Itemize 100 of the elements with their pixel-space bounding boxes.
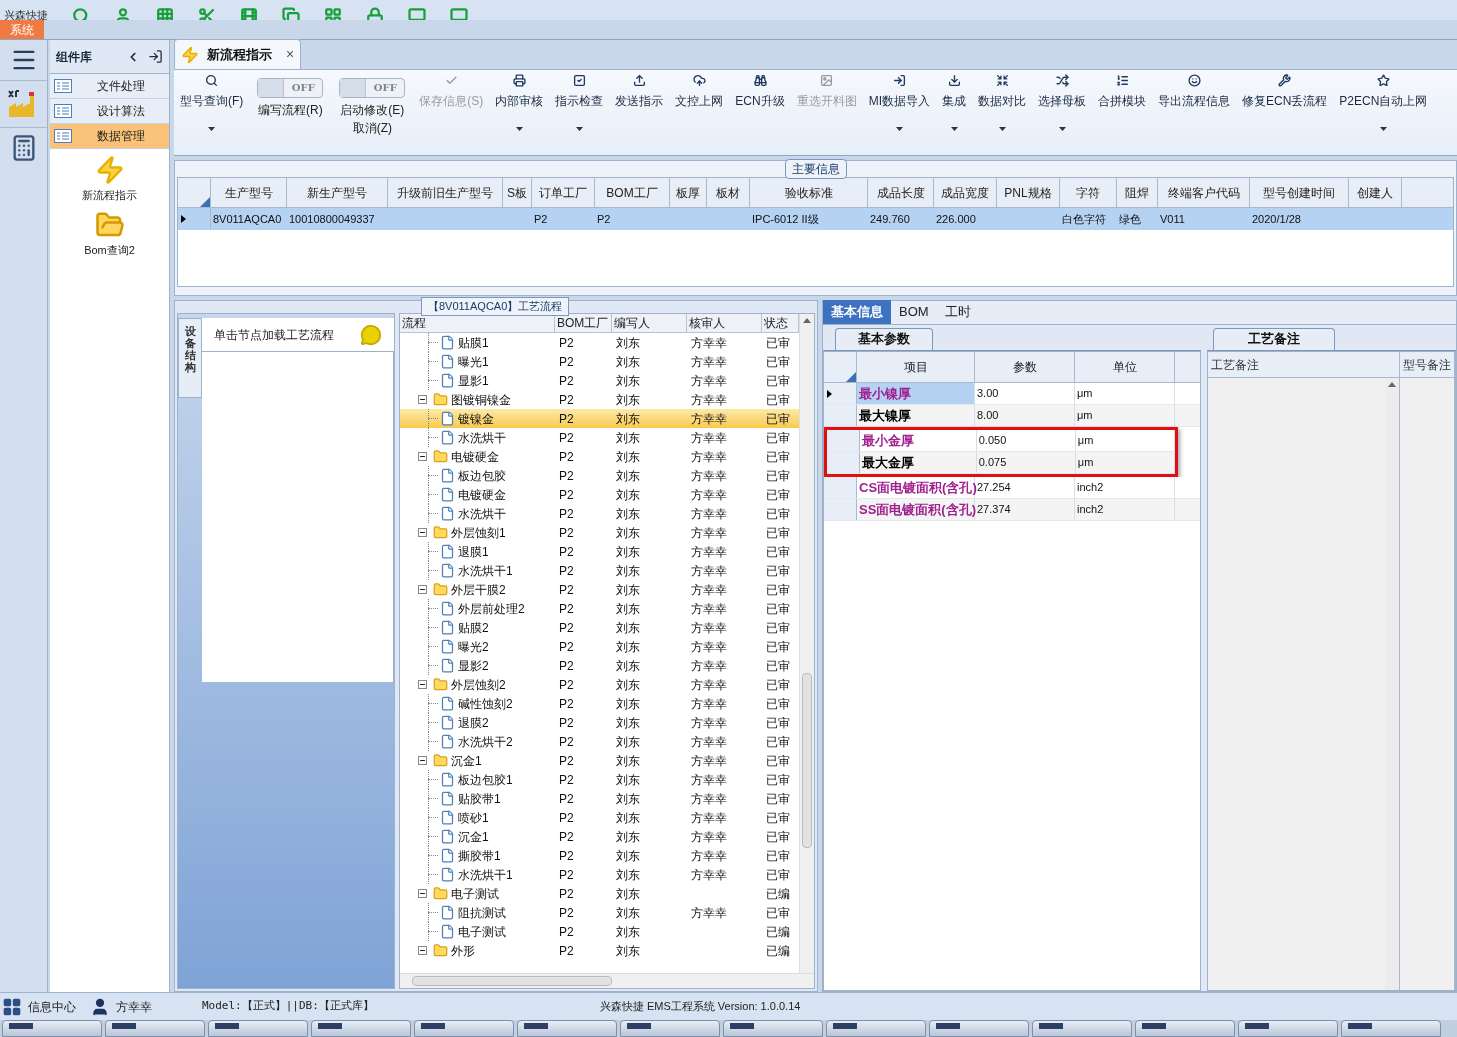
toolbar-button[interactable]: 指示检查	[549, 70, 610, 138]
toolbar-button[interactable]: 导出流程信息	[1152, 70, 1236, 138]
collapse-toggle-icon[interactable]	[418, 680, 427, 689]
name-cell[interactable]: SS面电镀面积(含孔)	[857, 499, 975, 520]
toolbar-button[interactable]: MI数据导入	[862, 70, 936, 138]
name-cell[interactable]: 最大金厚	[859, 452, 977, 473]
taskbar-button[interactable]	[1032, 1020, 1132, 1037]
table-row[interactable]: 最小金厚 0.050 μm	[827, 430, 1175, 452]
toolbar-button[interactable]: ECN升级	[729, 70, 791, 138]
status-info-center[interactable]: 信息中心	[28, 997, 76, 1016]
table-row[interactable]: CS面电镀面积(含孔)27.254 inch2	[824, 477, 1200, 499]
collapse-toggle-icon[interactable]	[418, 889, 427, 898]
name-cell[interactable]: 最小镍厚	[857, 383, 975, 404]
column-header[interactable]: 阻焊	[1117, 178, 1158, 207]
collapse-toggle-icon[interactable]	[418, 452, 427, 461]
column-header[interactable]: 板厚	[670, 178, 707, 207]
vertical-scrollbar[interactable]	[799, 314, 814, 973]
tool-launcher[interactable]: Bom查询2	[50, 209, 169, 258]
column-header[interactable]: 生产型号	[211, 178, 287, 207]
quick-access-icon[interactable]	[198, 7, 216, 20]
taskbar-button[interactable]	[105, 1020, 205, 1037]
column-header[interactable]: 项目	[857, 352, 975, 382]
quick-access-icon[interactable]	[450, 7, 468, 20]
table-row[interactable]: 最大金厚 0.075 μm	[827, 452, 1175, 474]
nav-item[interactable]: 文件处理	[50, 74, 169, 99]
row-header-cell[interactable]	[824, 477, 857, 498]
toolbar-button[interactable]: 内部审核	[489, 70, 550, 138]
taskbar-button[interactable]	[620, 1020, 720, 1037]
close-icon[interactable]: ×	[286, 44, 295, 65]
quick-access-icon[interactable]	[282, 7, 300, 20]
column-header[interactable]: 升级前旧生产型号	[388, 178, 503, 207]
column-header[interactable]: 参数	[975, 352, 1075, 382]
column-header[interactable]: PNL规格	[997, 178, 1060, 207]
column-header[interactable]: 单位	[1075, 352, 1175, 382]
name-cell[interactable]: 最大镍厚	[857, 405, 975, 426]
table-row[interactable]: 最大镍厚 8.00 μm	[824, 405, 1200, 427]
taskbar-button[interactable]	[723, 1020, 823, 1037]
column-header[interactable]: 型号创建时间	[1250, 178, 1349, 207]
column-header[interactable]: 编写人	[612, 314, 687, 332]
scroll-up-arrow-icon[interactable]	[803, 318, 811, 323]
subpanel-tab[interactable]: 工艺备注	[1213, 328, 1335, 350]
taskbar-button[interactable]	[1135, 1020, 1235, 1037]
toolbar-button[interactable]: 合拼模块	[1092, 70, 1152, 138]
column-header[interactable]: 字符	[1060, 178, 1117, 207]
taskbar-button[interactable]	[2, 1020, 102, 1037]
row-header-cell[interactable]	[827, 452, 860, 473]
toolbar-button[interactable]: 修复ECN丢流程	[1236, 70, 1334, 138]
nav-item[interactable]: 数据管理	[50, 124, 169, 149]
column-header[interactable]: 流程	[400, 314, 555, 332]
collapse-toggle-icon[interactable]	[418, 946, 427, 955]
toolbar-button[interactable]: 选择母板	[1032, 70, 1092, 138]
row-header-cell[interactable]	[827, 430, 860, 451]
column-header[interactable]: 新生产型号	[287, 178, 388, 207]
column-header[interactable]: 成品长度	[868, 178, 934, 207]
row-header-cell[interactable]	[824, 499, 857, 520]
taskbar-button[interactable]	[208, 1020, 308, 1037]
taskbar-button[interactable]	[1238, 1020, 1338, 1037]
column-header[interactable]: S板	[503, 178, 532, 207]
column-header[interactable]: BOM工厂	[555, 314, 612, 332]
quick-access-icon[interactable]	[366, 7, 384, 20]
collapse-toggle-icon[interactable]	[418, 585, 427, 594]
quick-access-icon[interactable]	[114, 7, 132, 20]
table-row[interactable]: 8V011AQCA0 10010800049337 P2 P2 IPC-6012 II级 249.760 226.000 白色字符 绿色 V011 2020/1/28	[178, 208, 1453, 230]
column-header[interactable]: 终端客户代码	[1158, 178, 1250, 207]
toolbar-button[interactable]: 数据对比	[972, 70, 1032, 138]
row-header-cell[interactable]	[824, 383, 857, 404]
vertical-scrollbar[interactable]	[1385, 378, 1399, 990]
detail-tab[interactable]: BOM	[891, 300, 937, 324]
taskbar-button[interactable]	[414, 1020, 514, 1037]
grid-icon[interactable]	[2, 996, 22, 1017]
horizontal-scrollbar[interactable]	[400, 973, 814, 988]
taskbar-button[interactable]	[929, 1020, 1029, 1037]
scroll-thumb[interactable]	[802, 673, 812, 848]
column-header[interactable]: BOM工厂	[595, 178, 670, 207]
toolbar-button[interactable]: 文控上网	[669, 70, 730, 138]
collapse-toggle-icon[interactable]	[418, 528, 427, 537]
tool-launcher[interactable]: 新流程指示	[50, 155, 169, 204]
taskbar-button[interactable]	[311, 1020, 411, 1037]
column-header[interactable]: 板材	[707, 178, 750, 207]
detail-tab[interactable]: 基本信息	[823, 300, 891, 324]
vertical-tab[interactable]: 设备结构	[178, 318, 202, 398]
detail-tab[interactable]: 工时	[936, 300, 979, 324]
table-row[interactable]: 最小镍厚 3.00 μm	[824, 383, 1200, 405]
row-header-cell[interactable]	[824, 405, 857, 426]
document-tab[interactable]: 新流程指示 ×	[174, 39, 302, 69]
column-header[interactable]: 创建人	[1349, 178, 1402, 207]
column-header[interactable]: 核审人	[687, 314, 762, 332]
quick-access-icon[interactable]	[240, 7, 258, 20]
name-cell[interactable]: 最小金厚	[859, 430, 977, 451]
toolbar-button[interactable]: 发送指示	[609, 70, 670, 138]
taskbar-button[interactable]	[517, 1020, 617, 1037]
taskbar-button[interactable]	[1341, 1020, 1441, 1037]
toolbar-button[interactable]: 型号查询(F)	[174, 70, 250, 138]
taskbar-button[interactable]	[826, 1020, 926, 1037]
toolbar-button[interactable]: 集成	[936, 70, 972, 138]
collapse-toggle-icon[interactable]	[418, 756, 427, 765]
subpanel-tab[interactable]: 基本参数	[835, 328, 933, 350]
column-header[interactable]: 成品宽度	[934, 178, 997, 207]
quick-access-icon[interactable]	[156, 7, 174, 20]
scroll-up-arrow-icon[interactable]	[1388, 382, 1396, 387]
